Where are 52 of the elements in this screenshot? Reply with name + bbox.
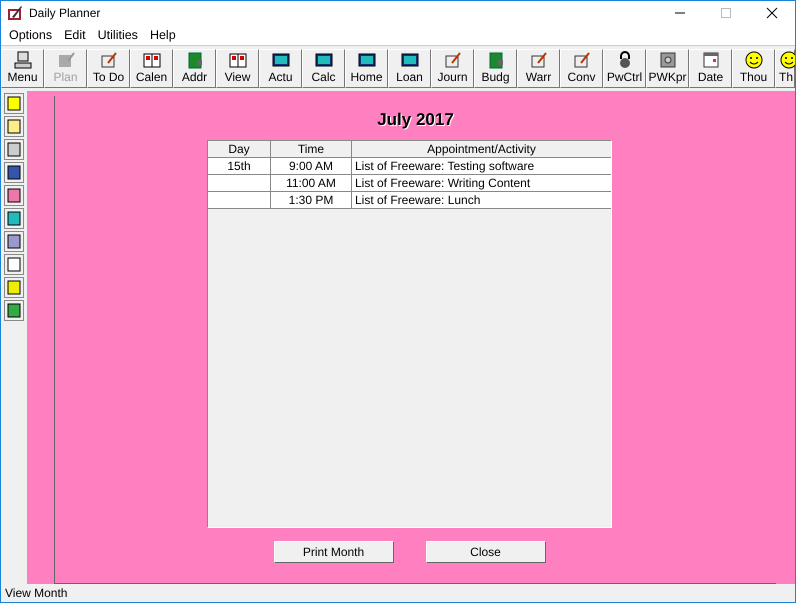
toolbar-button[interactable]: Th xyxy=(775,49,795,88)
month-title: July 2017 xyxy=(377,110,454,130)
table-cell: 1:30 PM xyxy=(271,192,352,208)
menu-item[interactable]: Options xyxy=(3,28,58,42)
calc-icon xyxy=(314,51,334,69)
dialog-button[interactable]: Print Month xyxy=(274,541,394,563)
close-icon[interactable] xyxy=(766,7,778,19)
toolbar-button[interactable]: Thou xyxy=(732,49,775,88)
smiley-icon xyxy=(744,51,764,69)
toolbar-button[interactable]: Calen xyxy=(130,49,173,88)
toolbar-button[interactable]: Addr xyxy=(173,49,216,88)
toolbar-button[interactable]: Budg xyxy=(474,49,517,88)
window-title: Daily Planner xyxy=(29,6,100,20)
status-text: View Month xyxy=(5,586,68,600)
column-header[interactable]: Appointment/Activity xyxy=(352,141,611,157)
pad-icon xyxy=(528,51,548,69)
book-icon xyxy=(142,51,162,69)
smiley-icon xyxy=(779,51,795,69)
toolbar-button[interactable]: PWKpr xyxy=(646,49,689,88)
toolbar-button[interactable]: PwCtrl xyxy=(603,49,646,88)
toolbar-button[interactable]: Calc xyxy=(302,49,345,88)
calc-icon xyxy=(400,51,420,69)
pad-icon xyxy=(442,51,462,69)
calc-icon xyxy=(270,51,290,69)
safe-icon xyxy=(658,51,678,69)
toolbar-button[interactable]: Conv xyxy=(560,49,603,88)
toolbar-button[interactable]: Loan xyxy=(388,49,431,88)
book-icon xyxy=(228,51,248,69)
toolbar-button[interactable]: Menu xyxy=(1,49,44,88)
pad-icon xyxy=(572,51,592,69)
toolbar-button[interactable]: Actu xyxy=(259,49,302,88)
toolbar-button[interactable]: Home xyxy=(345,49,388,88)
table-cell-text: List of Freeware: Lunch xyxy=(354,192,482,208)
pad-icon xyxy=(98,51,118,69)
toolbar-button[interactable]: Warr xyxy=(517,49,560,88)
table-cell: 15th xyxy=(208,158,271,174)
table-cell: 11:00 AM xyxy=(271,175,352,191)
table-cell-text: List of Freeware: Writing Content xyxy=(354,175,532,191)
toolbar-button[interactable]: Date xyxy=(689,49,732,88)
calc-icon xyxy=(356,51,376,69)
menu-item[interactable]: Help xyxy=(144,28,182,42)
app-icon xyxy=(7,5,23,21)
toolbar-button[interactable]: Journ xyxy=(431,49,474,88)
table-cell: 9:00 AM xyxy=(271,158,352,174)
column-header[interactable]: Day xyxy=(208,141,271,157)
toolbar-button[interactable]: To Do xyxy=(87,49,130,88)
menu-item[interactable]: Edit xyxy=(58,28,92,42)
table-cell-text: List of Freeware: Testing software xyxy=(354,158,536,174)
dialog-button[interactable]: Close xyxy=(426,541,546,563)
menu-item[interactable]: Utilities xyxy=(92,28,144,42)
column-header[interactable]: Time xyxy=(271,141,352,157)
toolbar-button[interactable]: View xyxy=(216,49,259,88)
